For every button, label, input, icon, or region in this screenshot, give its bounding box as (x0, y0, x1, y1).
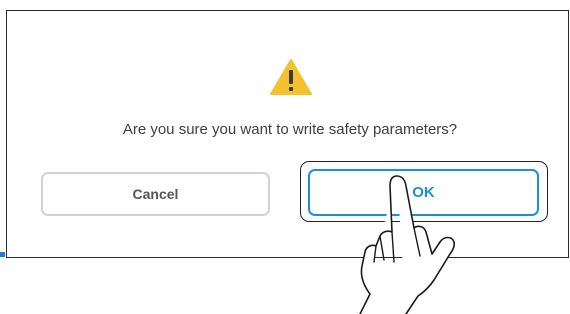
cancel-button[interactable]: Cancel (41, 172, 270, 216)
dialog-corner-marker (0, 252, 5, 257)
screen: Are you sure you want to write safety pa… (0, 0, 570, 314)
warning-icon (270, 59, 312, 95)
dialog-message: Are you sure you want to write safety pa… (122, 121, 458, 138)
ok-button[interactable]: OK (308, 169, 539, 216)
